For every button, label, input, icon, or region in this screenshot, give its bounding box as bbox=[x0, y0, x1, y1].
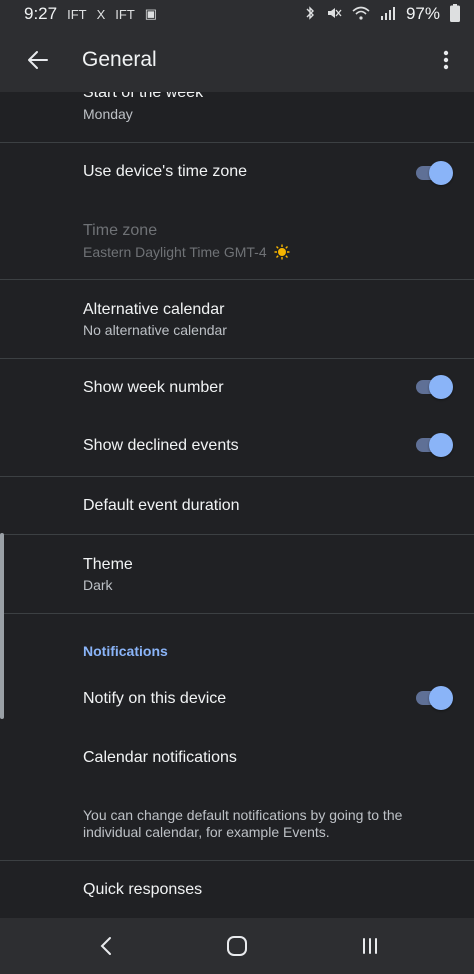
theme-row[interactable]: Theme Dark bbox=[0, 535, 474, 613]
x-app-icon: X bbox=[96, 6, 106, 22]
time-zone-row: Time zone Eastern Daylight Time GMT-4 bbox=[0, 203, 474, 279]
declined-events-toggle[interactable] bbox=[414, 433, 453, 457]
signal-icon bbox=[380, 6, 396, 23]
battery-icon bbox=[450, 3, 460, 25]
alternative-calendar-label: Alternative calendar bbox=[83, 301, 225, 318]
calendar-notifications-label: Calendar notifications bbox=[83, 749, 237, 766]
ifttt-icon-2: IFT bbox=[115, 6, 135, 22]
quick-responses-label: Quick responses bbox=[83, 881, 203, 898]
device-timezone-row[interactable]: Use device's time zone bbox=[0, 143, 474, 203]
theme-value: Dark bbox=[83, 577, 113, 593]
start-of-week-value: Monday bbox=[83, 106, 133, 122]
time-zone-label: Time zone bbox=[83, 222, 158, 239]
start-of-week-label: Start of the week bbox=[83, 92, 204, 101]
page-title: General bbox=[82, 48, 157, 71]
battery-percent: 97% bbox=[405, 4, 440, 23]
notify-device-label: Notify on this device bbox=[83, 690, 227, 707]
toggle-thumb bbox=[429, 433, 453, 457]
divider bbox=[0, 613, 474, 614]
start-of-week-row[interactable]: Start of the week Monday bbox=[0, 92, 474, 142]
app-bar: General bbox=[0, 28, 474, 92]
sun-icon bbox=[274, 244, 290, 263]
device-timezone-label: Use device's time zone bbox=[83, 163, 248, 180]
notify-device-toggle[interactable] bbox=[414, 686, 453, 710]
wifi-icon bbox=[352, 6, 370, 23]
ifttt-icon: IFT bbox=[67, 6, 87, 22]
quick-responses-row[interactable]: Quick responses bbox=[0, 861, 474, 918]
back-nav-icon[interactable] bbox=[92, 932, 120, 960]
status-time: 9:27 bbox=[24, 4, 58, 23]
notifications-section-header: Notifications bbox=[83, 643, 168, 659]
back-arrow-icon[interactable] bbox=[24, 46, 52, 74]
toggle-thumb bbox=[429, 375, 453, 399]
bluetooth-icon bbox=[304, 5, 316, 24]
time-zone-value: Eastern Daylight Time GMT-4 bbox=[83, 244, 290, 263]
week-number-label: Show week number bbox=[83, 379, 224, 396]
settings-list: Start of the week Monday Use device's ti… bbox=[0, 92, 474, 918]
week-number-toggle[interactable] bbox=[414, 375, 453, 399]
default-duration-row[interactable]: Default event duration bbox=[0, 477, 474, 534]
notifications-help-text: You can change default notifications by … bbox=[83, 807, 403, 840]
week-number-row[interactable]: Show week number bbox=[0, 359, 474, 417]
calendar-notifications-row[interactable]: Calendar notifications bbox=[0, 737, 474, 777]
notify-device-row[interactable]: Notify on this device bbox=[0, 678, 474, 718]
alternative-calendar-row[interactable]: Alternative calendar No alternative cale… bbox=[0, 280, 474, 358]
more-vert-icon[interactable] bbox=[434, 48, 458, 72]
calendar-notification-icon: ▣ bbox=[144, 6, 158, 21]
toggle-thumb bbox=[429, 686, 453, 710]
time-zone-value-text: Eastern Daylight Time GMT-4 bbox=[83, 244, 267, 261]
navigation-bar bbox=[0, 918, 474, 974]
alternative-calendar-value: No alternative calendar bbox=[83, 322, 227, 338]
recent-apps-nav-icon[interactable] bbox=[356, 932, 384, 960]
declined-events-label: Show declined events bbox=[83, 437, 239, 454]
default-duration-label: Default event duration bbox=[83, 497, 240, 514]
home-nav-icon[interactable] bbox=[223, 932, 251, 960]
status-bar: 9:27 IFT X IFT ▣ 97% bbox=[0, 0, 474, 28]
declined-events-row[interactable]: Show declined events bbox=[0, 417, 474, 475]
edge-panel-handle[interactable] bbox=[0, 533, 4, 719]
theme-label: Theme bbox=[83, 556, 133, 573]
mute-icon bbox=[326, 5, 342, 24]
toggle-thumb bbox=[429, 161, 453, 185]
device-timezone-toggle[interactable] bbox=[414, 161, 453, 185]
